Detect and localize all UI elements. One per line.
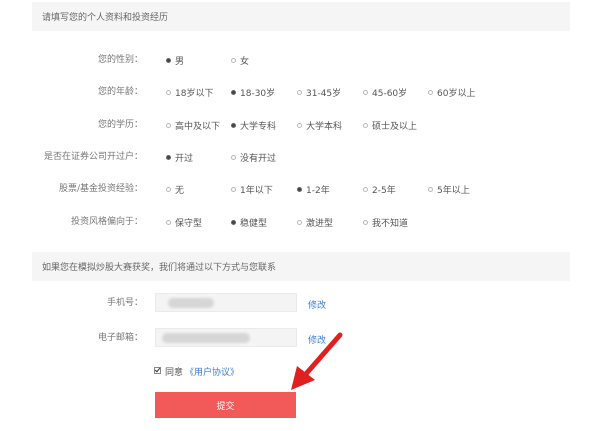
radio-icon[interactable] [363,186,368,192]
investment-experience-label: 股票/基金投资经验： [58,184,143,194]
brokerage-account-row: 是否在证券公司开过户： 开过 没有开过 [0,149,600,165]
account-option-yes[interactable]: 开过 [166,149,193,165]
submit-button[interactable]: 提交 [155,392,296,418]
contact-section-title: 如果您在模拟炒股大赛获奖，我们将通过以下方式与您联系 [42,263,277,273]
style-option-aggressive[interactable]: 激进型 [297,214,333,230]
annotation-arrow-icon [291,332,343,390]
radio-icon[interactable] [166,186,171,192]
radio-icon[interactable] [363,122,368,128]
option-label: 稳健型 [240,218,268,229]
gender-option-male[interactable]: 男 [166,52,184,68]
education-option-bachelor[interactable]: 大学本科 [297,117,342,133]
radio-icon[interactable] [297,186,302,192]
gender-row: 您的性别： 男 女 [0,52,600,68]
phone-modify-link[interactable]: 修改 [308,298,326,311]
option-label: 高中及以下 [175,121,221,132]
experience-option-2-5[interactable]: 2-5年 [363,181,396,197]
contact-section-header: 如果您在模拟炒股大赛获奖，我们将通过以下方式与您联系 [32,252,570,281]
profile-section-header: 请填写您的个人资料和投资经历 [32,2,570,31]
education-option-master[interactable]: 硕士及以上 [363,117,417,133]
radio-icon[interactable] [166,57,171,63]
option-label: 18岁以下 [175,88,214,99]
style-option-steady[interactable]: 稳健型 [231,214,267,230]
option-label: 1年以下 [240,185,273,196]
option-label: 5年以上 [437,185,470,196]
option-label: 女 [240,56,250,67]
radio-icon[interactable] [363,89,368,95]
option-label: 没有开过 [240,153,277,164]
agreement-checkbox[interactable] [154,367,161,374]
radio-icon[interactable] [363,219,368,225]
option-label: 开过 [175,153,194,164]
phone-row: 手机号： [0,295,600,311]
radio-icon[interactable] [231,154,236,160]
radio-icon[interactable] [166,154,171,160]
age-option-31-45[interactable]: 31-45岁 [297,84,341,100]
experience-option-none[interactable]: 无 [166,181,184,197]
radio-icon[interactable] [231,57,236,63]
experience-option-1-2[interactable]: 1-2年 [297,181,330,197]
radio-icon[interactable] [166,89,171,95]
profile-section-title: 请填写您的个人资料和投资经历 [42,13,169,23]
option-label: 激进型 [306,218,334,229]
phone-field[interactable] [155,293,297,312]
age-option-18-30[interactable]: 18-30岁 [231,84,275,100]
radio-icon[interactable] [231,219,236,225]
option-label: 硕士及以上 [372,121,418,132]
option-label: 男 [175,56,185,67]
phone-label: 手机号： [106,298,143,308]
experience-option-under-1[interactable]: 1年以下 [231,181,273,197]
option-label: 45-60岁 [372,88,408,99]
radio-icon[interactable] [231,89,236,95]
education-label: 您的学历： [97,120,143,130]
investment-style-label: 投资风格偏向于： [70,217,143,227]
option-label: 大学本科 [306,121,343,132]
email-value-masked [162,333,250,343]
radio-icon[interactable] [297,122,302,128]
investment-experience-row: 股票/基金投资经验： 无 1年以下 1-2年 2-5年 5年以上 [0,181,600,197]
age-option-over-60[interactable]: 60岁以上 [428,84,475,100]
option-label: 我不知道 [372,218,409,229]
education-option-high-school[interactable]: 高中及以下 [166,117,220,133]
education-row: 您的学历： 高中及以下 大学专科 大学本科 硕士及以上 [0,117,600,133]
brokerage-account-label: 是否在证券公司开过户： [43,152,143,162]
radio-icon[interactable] [297,89,302,95]
experience-option-over-5[interactable]: 5年以上 [428,181,470,197]
radio-icon[interactable] [297,219,302,225]
radio-icon[interactable] [166,219,171,225]
education-option-college[interactable]: 大学专科 [231,117,276,133]
style-option-conservative[interactable]: 保守型 [166,214,202,230]
option-label: 2-5年 [372,185,396,196]
radio-icon[interactable] [231,122,236,128]
investment-style-row: 投资风格偏向于： 保守型 稳健型 激进型 我不知道 [0,214,600,230]
style-option-unknown[interactable]: 我不知道 [363,214,408,230]
option-label: 大学专科 [240,121,277,132]
radio-icon[interactable] [428,186,433,192]
phone-value-masked [168,298,214,308]
option-label: 保守型 [175,218,203,229]
email-field[interactable] [155,328,297,347]
option-label: 无 [175,185,185,196]
account-option-no[interactable]: 没有开过 [231,149,276,165]
agreement-text: 同意 [165,368,184,378]
user-agreement-link[interactable]: 《用户协议》 [185,365,239,378]
radio-icon[interactable] [166,122,171,128]
option-label: 18-30岁 [240,88,276,99]
option-label: 60岁以上 [437,88,476,99]
age-row: 您的年龄： 18岁以下 18-30岁 31-45岁 45-60岁 60岁以上 [0,84,600,100]
gender-option-female[interactable]: 女 [231,52,249,68]
gender-label: 您的性别： [97,55,143,65]
option-label: 1-2年 [306,185,330,196]
radio-icon[interactable] [428,89,433,95]
email-label: 电子邮箱： [97,333,143,343]
age-option-45-60[interactable]: 45-60岁 [363,84,407,100]
option-label: 31-45岁 [306,88,342,99]
radio-icon[interactable] [231,186,236,192]
age-label: 您的年龄： [97,87,143,97]
age-option-under-18[interactable]: 18岁以下 [166,84,213,100]
